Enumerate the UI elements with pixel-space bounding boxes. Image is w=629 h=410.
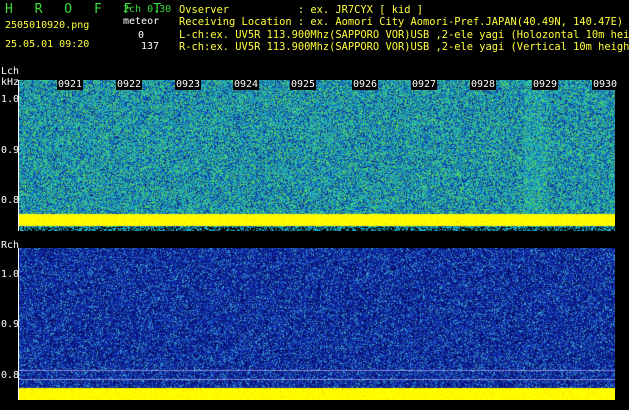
rch-tick-0.9: 0.9: [1, 319, 20, 330]
rch-spectrogram: [18, 248, 615, 400]
time-mark-0930: 0930: [592, 79, 619, 90]
time-mark-0924: 0924: [233, 79, 260, 90]
lch-tick-0.9: 0.9: [1, 145, 20, 156]
lch-tick-1.0: 1.0: [1, 94, 20, 105]
time-mark-0922: 0922: [116, 79, 143, 90]
time-mark-0923: 0923: [175, 79, 202, 90]
location-line: Receiving Location : ex. Aomori City Aom…: [179, 16, 624, 28]
meteor-count-right: 137: [141, 41, 160, 52]
lch-tick-0.8: 0.8: [1, 195, 20, 206]
lch-unit: kHz: [1, 77, 20, 88]
lch-label: Lch: [1, 66, 20, 77]
filename-label: 2505010920.png: [5, 20, 90, 31]
observer-line: Ovserver : ex. JR7CYX [ kid ]: [179, 4, 423, 16]
rch-tick-0.8: 0.8: [1, 370, 20, 381]
rch-line: R-ch:ex. UV5R 113.900Mhz(SAPPORO VOR)USB…: [179, 41, 629, 53]
time-mark-0921: 0921: [57, 79, 84, 90]
time-mark-0925: 0925: [290, 79, 317, 90]
time-mark-0927: 0927: [411, 79, 438, 90]
meteor-label: meteor: [123, 16, 160, 27]
lch-spectrogram: [18, 80, 615, 231]
mode-label: 2ch 0.30: [123, 4, 172, 15]
time-mark-0928: 0928: [470, 79, 497, 90]
rch-label: Rch: [1, 240, 20, 251]
time-mark-0929: 0929: [532, 79, 559, 90]
lch-axis: [18, 80, 19, 231]
rch-tick-1.0: 1.0: [1, 269, 20, 280]
lch-line: L-ch:ex. UV5R 113.900Mhz(SAPPORO VOR)USB…: [179, 29, 629, 41]
meteor-count-left: 0: [138, 30, 145, 41]
time-mark-0926: 0926: [352, 79, 379, 90]
timestamp-label: 25.05.01 09:20: [5, 39, 90, 50]
rch-axis: [18, 248, 19, 400]
